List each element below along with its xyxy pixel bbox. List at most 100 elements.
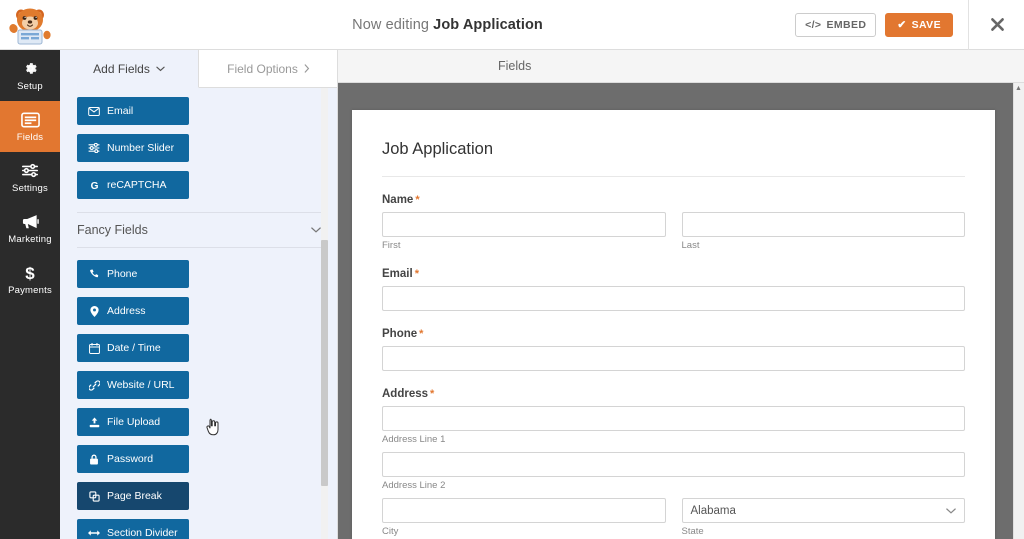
link-icon <box>88 379 100 391</box>
label-text: Name <box>382 194 414 206</box>
field-button-file-upload[interactable]: File Upload <box>77 408 189 436</box>
top-bar: Now editing Job Application </> EMBED ✔ … <box>0 0 1024 50</box>
preview-field-address[interactable]: Address * Address Line 1 Address Line 2 C… <box>382 388 965 537</box>
calendar-icon <box>88 342 100 354</box>
sidebar-item-setup-label: Setup <box>17 81 43 92</box>
svg-text:$: $ <box>25 264 35 282</box>
field-button-phone[interactable]: Phone <box>77 260 189 288</box>
state-sublabel: State <box>681 526 704 537</box>
field-button-date-time-label: Date / Time <box>107 342 161 354</box>
sidebar-item-payments[interactable]: $ Payments <box>0 254 60 305</box>
section-header-fancy-fields-label: Fancy Fields <box>77 223 148 237</box>
preview-header-label: Fields <box>498 59 532 73</box>
preview-field-name-label: Name * <box>382 194 965 206</box>
field-button-password-label: Password <box>107 453 154 465</box>
preview-field-phone-label: Phone * <box>382 328 965 340</box>
label-text: Phone <box>382 328 418 340</box>
field-button-page-break[interactable]: Page Break <box>77 482 189 510</box>
chevron-right-icon <box>304 64 310 73</box>
field-button-phone-label: Phone <box>107 268 138 280</box>
envelope-icon <box>88 106 100 116</box>
required-marker: * <box>414 268 419 280</box>
state-select-value: Alabama <box>690 504 736 517</box>
form-preview-area: Job Application Name * First Last Email … <box>338 83 1024 539</box>
page-break-icon <box>88 490 100 502</box>
svg-text:G: G <box>90 181 98 191</box>
tab-field-options[interactable]: Field Options <box>199 50 337 88</box>
address-line-2-sublabel: Address Line 2 <box>382 480 446 491</box>
preview-field-email-label: Email * <box>382 268 965 280</box>
tab-add-fields[interactable]: Add Fields <box>60 50 199 88</box>
preview-field-address-label: Address * <box>382 388 965 400</box>
dollar-icon: $ <box>23 263 37 282</box>
field-button-password[interactable]: Password <box>77 445 189 473</box>
slider-icon <box>88 143 100 153</box>
required-marker: * <box>419 328 424 340</box>
preview-field-name[interactable]: Name * First Last <box>382 194 965 251</box>
divider <box>968 0 969 50</box>
close-icon <box>990 18 1004 31</box>
add-fields-panel: Add Fields Field Options Email Number Sl… <box>60 50 338 539</box>
phone-icon <box>88 269 100 279</box>
tab-field-options-label: Field Options <box>227 61 298 76</box>
preview-field-phone[interactable]: Phone * <box>382 328 965 371</box>
sliders-icon <box>21 161 39 180</box>
city-input[interactable] <box>382 498 666 523</box>
tab-add-fields-label: Add Fields <box>93 61 150 76</box>
save-button-label: SAVE <box>911 18 941 31</box>
email-input[interactable] <box>382 286 965 311</box>
address-city-column: City <box>382 498 666 537</box>
editing-prefix: Now editing <box>352 16 430 33</box>
field-button-file-upload-label: File Upload <box>107 416 161 428</box>
form-name: Job Application <box>433 16 543 33</box>
address-line-1-sublabel: Address Line 1 <box>382 434 446 445</box>
field-button-section-divider[interactable]: Section Divider <box>77 519 189 539</box>
checkmark-icon: ✔ <box>897 18 907 31</box>
label-text: Address <box>382 388 429 400</box>
sidebar-item-settings[interactable]: Settings <box>0 152 60 203</box>
field-button-recaptcha[interactable]: G reCAPTCHA <box>77 171 189 199</box>
chevron-down-icon <box>156 66 165 71</box>
field-button-website-url[interactable]: Website / URL <box>77 371 189 399</box>
field-button-page-break-label: Page Break <box>107 490 162 502</box>
panel-scrollbar-thumb[interactable] <box>321 240 328 486</box>
preview-scroll-up-arrow[interactable]: ▲ <box>1014 84 1023 93</box>
embed-button[interactable]: </> EMBED <box>795 12 877 37</box>
page-title: Job Application <box>382 132 965 177</box>
field-button-address[interactable]: Address <box>77 297 189 325</box>
sidebar-item-settings-label: Settings <box>12 183 48 194</box>
last-name-input[interactable] <box>681 212 965 237</box>
section-header-fancy-fields[interactable]: Fancy Fields <box>77 212 321 248</box>
field-button-email-label: Email <box>107 105 134 117</box>
wpforms-builder: Now editing Job Application </> EMBED ✔ … <box>0 0 1024 539</box>
chevron-down-icon <box>311 227 321 233</box>
close-button[interactable] <box>982 10 1012 40</box>
first-name-input[interactable] <box>382 212 666 237</box>
name-last-column: Last <box>681 212 965 251</box>
sidebar-item-marketing[interactable]: Marketing <box>0 203 60 254</box>
sidebar-item-fields[interactable]: Fields <box>0 101 60 152</box>
address-state-column: Alabama State <box>681 498 965 537</box>
phone-input[interactable] <box>382 346 965 371</box>
form-preview-card: Job Application Name * First Last Email … <box>352 110 995 539</box>
upload-icon <box>88 417 100 428</box>
address-line-1-input[interactable] <box>382 406 965 431</box>
field-button-section-divider-label: Section Divider <box>107 527 178 539</box>
sidebar-item-fields-label: Fields <box>16 132 44 143</box>
google-g-icon: G <box>88 180 100 191</box>
state-select[interactable]: Alabama <box>681 498 965 523</box>
sidebar-item-setup[interactable]: Setup <box>0 50 60 101</box>
gear-icon <box>22 59 39 78</box>
save-button[interactable]: ✔ SAVE <box>885 12 953 37</box>
field-button-number-slider-label: Number Slider <box>107 142 175 154</box>
map-pin-icon <box>88 305 100 317</box>
preview-scrollbar-track[interactable] <box>1013 83 1024 539</box>
top-bar-actions: </> EMBED ✔ SAVE <box>795 0 1024 50</box>
city-sublabel: City <box>382 526 399 537</box>
preview-field-email[interactable]: Email * <box>382 268 965 311</box>
field-button-number-slider[interactable]: Number Slider <box>77 134 189 162</box>
field-button-date-time[interactable]: Date / Time <box>77 334 189 362</box>
field-button-email[interactable]: Email <box>77 97 189 125</box>
field-button-recaptcha-label: reCAPTCHA <box>107 179 167 191</box>
address-line-2-input[interactable] <box>382 452 965 477</box>
